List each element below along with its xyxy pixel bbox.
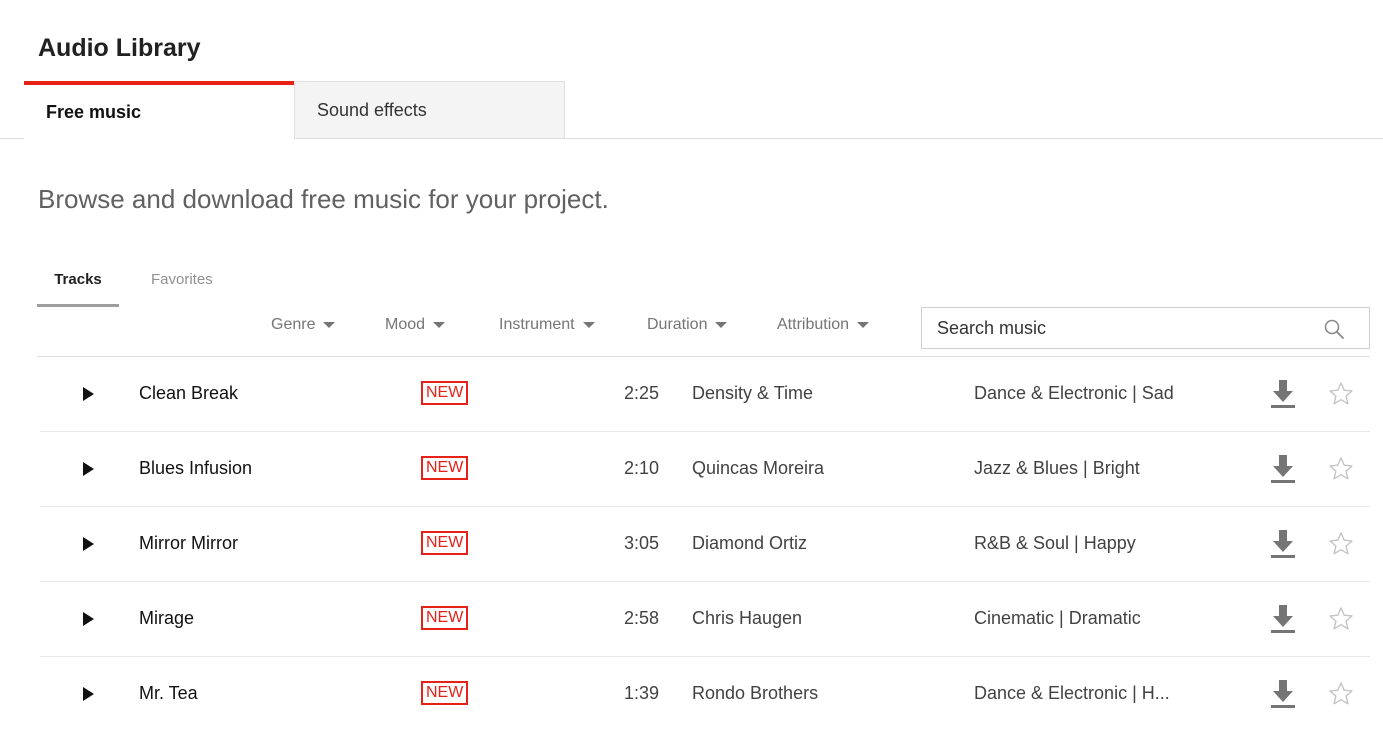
new-badge: NEW <box>421 456 469 480</box>
track-title[interactable]: Mirage <box>139 608 194 629</box>
play-icon[interactable] <box>83 612 94 626</box>
track-artist[interactable]: Diamond Ortiz <box>692 533 807 554</box>
new-badge: NEW <box>421 606 469 630</box>
track-genre-mood: Dance & Electronic | H... <box>974 683 1170 703</box>
search-icon[interactable] <box>1323 318 1345 345</box>
download-icon[interactable] <box>1270 528 1296 563</box>
caret-down-icon <box>715 322 728 328</box>
track-title[interactable]: Mr. Tea <box>139 683 198 704</box>
play-icon[interactable] <box>83 387 94 401</box>
caret-down-icon <box>433 322 446 328</box>
track-duration: 1:39 <box>624 683 660 703</box>
track-artist[interactable]: Rondo Brothers <box>692 683 818 704</box>
tab-sound-effects[interactable]: Sound effects <box>294 81 565 139</box>
track-genre-mood: R&B & Soul | Happy <box>974 533 1136 553</box>
filter-attribution-label: Attribution <box>777 316 850 333</box>
star-outline-icon[interactable] <box>1328 381 1354 412</box>
filter-instrument[interactable]: Instrument <box>499 316 595 334</box>
filter-genre[interactable]: Genre <box>271 316 336 334</box>
page-title: Audio Library <box>38 34 201 62</box>
table-row[interactable]: Mirror Mirror NEW 3:05 Diamond Ortiz R&B & S… <box>0 507 1383 582</box>
filter-instrument-label: Instrument <box>499 316 575 333</box>
track-artist[interactable]: Density & Time <box>692 383 813 404</box>
star-outline-icon[interactable] <box>1328 531 1354 562</box>
filter-duration[interactable]: Duration <box>647 316 728 334</box>
subtab-favorites[interactable]: Favorites <box>151 271 213 307</box>
caret-down-icon <box>582 322 595 328</box>
download-icon[interactable] <box>1270 603 1296 638</box>
intro-text: Browse and download free music for your … <box>38 184 609 214</box>
star-outline-icon[interactable] <box>1328 456 1354 487</box>
track-genre-mood: Jazz & Blues | Bright <box>974 458 1140 478</box>
play-icon[interactable] <box>83 537 94 551</box>
table-row[interactable]: Mirage NEW 2:58 Chris Haugen Cinematic | Dra… <box>0 582 1383 657</box>
download-icon[interactable] <box>1270 678 1296 713</box>
track-genre-mood: Dance & Electronic | Sad <box>974 383 1174 403</box>
filter-duration-label: Duration <box>647 316 708 333</box>
track-duration: 2:25 <box>624 383 660 403</box>
caret-down-icon <box>323 322 336 328</box>
filter-attribution[interactable]: Attribution <box>777 316 870 334</box>
track-title[interactable]: Mirror Mirror <box>139 533 238 554</box>
table-row[interactable]: Mr. Tea NEW 1:39 Rondo Brothers Dance & Elec… <box>0 657 1383 732</box>
star-outline-icon[interactable] <box>1328 681 1354 712</box>
new-badge: NEW <box>421 681 469 705</box>
table-row[interactable]: Clean Break NEW 2:25 Density & Time Dance & … <box>0 357 1383 432</box>
star-outline-icon[interactable] <box>1328 606 1354 637</box>
play-icon[interactable] <box>83 687 94 701</box>
subtab-tracks[interactable]: Tracks <box>37 271 119 307</box>
new-badge: NEW <box>421 381 469 405</box>
track-genre-mood: Cinematic | Dramatic <box>974 608 1141 628</box>
track-artist[interactable]: Quincas Moreira <box>692 458 824 479</box>
filter-mood-label: Mood <box>385 316 426 333</box>
download-icon[interactable] <box>1270 378 1296 413</box>
track-title[interactable]: Blues Infusion <box>139 458 252 479</box>
search-input[interactable] <box>922 316 1319 340</box>
filter-mood[interactable]: Mood <box>385 316 446 334</box>
caret-down-icon <box>857 322 870 328</box>
track-duration: 3:05 <box>624 533 660 553</box>
track-duration: 2:58 <box>624 608 660 628</box>
table-row[interactable]: Blues Infusion NEW 2:10 Quincas Moreira Jazz… <box>0 432 1383 507</box>
tab-free-music[interactable]: Free music <box>24 81 294 139</box>
search-box <box>921 307 1370 349</box>
track-artist[interactable]: Chris Haugen <box>692 608 802 629</box>
track-duration: 2:10 <box>624 458 660 478</box>
track-title[interactable]: Clean Break <box>139 383 238 404</box>
filter-genre-label: Genre <box>271 316 316 333</box>
download-icon[interactable] <box>1270 453 1296 488</box>
new-badge: NEW <box>421 531 469 555</box>
play-icon[interactable] <box>83 462 94 476</box>
